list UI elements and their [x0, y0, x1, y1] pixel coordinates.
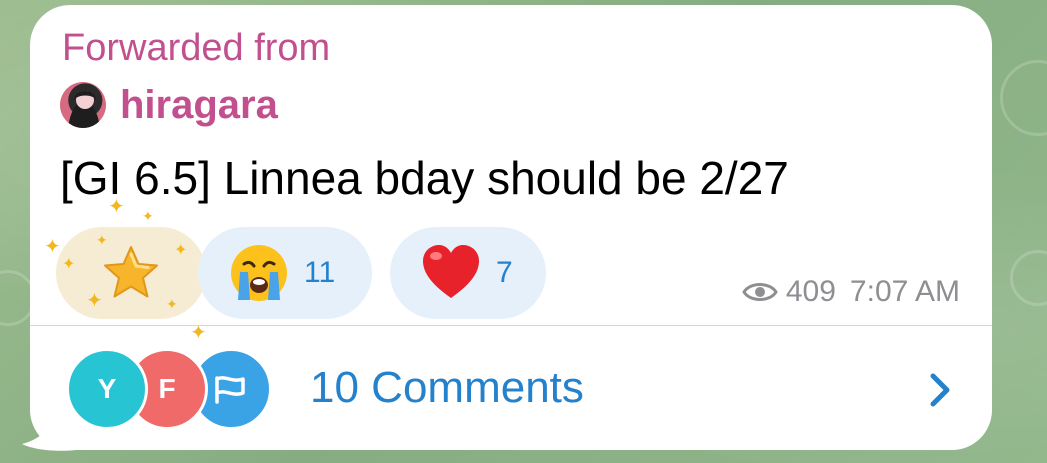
forward-source[interactable]: hiragara [60, 79, 278, 131]
flag-icon [215, 376, 245, 404]
sparkle-icon: ✦ [44, 236, 61, 258]
view-count: 409 [785, 275, 836, 308]
comments-count-label: 10 Comments [310, 363, 584, 412]
reaction-star[interactable]: ✦ ✦ ✦ ✦ ✦ ✦ ✦ ✦ ✦ [44, 197, 207, 343]
sparkle-icon: ✦ [108, 196, 125, 218]
sparkle-icon: ✦ [174, 242, 188, 259]
reaction-crying[interactable]: 11 [198, 227, 372, 319]
message-time: 7:07 AM [849, 275, 960, 308]
reaction-count: 11 [304, 256, 336, 289]
message-meta: 409 7:07 AM [742, 275, 960, 309]
message-bubble[interactable]: Forwarded from hiragara [GI 6.5] Linnea … [30, 5, 992, 450]
source-avatar[interactable] [60, 82, 106, 128]
crying-face-icon [228, 242, 290, 304]
red-heart-icon [420, 242, 482, 304]
wallpaper-doodle [1010, 250, 1047, 306]
chevron-right-icon [930, 373, 950, 407]
sparkle-icon: ✦ [142, 208, 154, 224]
wallpaper-doodle [1000, 60, 1047, 136]
forwarded-label: Forwarded from [62, 27, 331, 69]
commenter-avatar: Y [66, 348, 148, 430]
source-name[interactable]: hiragara [120, 83, 278, 128]
eye-icon [742, 283, 778, 301]
reaction-count: 7 [496, 256, 513, 289]
star-icon [100, 242, 162, 304]
sparkle-icon: ✦ [62, 256, 76, 273]
comments-button[interactable]: Y F 10 Comments [30, 326, 992, 450]
reaction-heart[interactable]: 7 [390, 227, 546, 319]
sparkle-icon: ✦ [166, 296, 178, 312]
message-text: [GI 6.5] Linnea bday should be 2/27 [60, 152, 789, 204]
